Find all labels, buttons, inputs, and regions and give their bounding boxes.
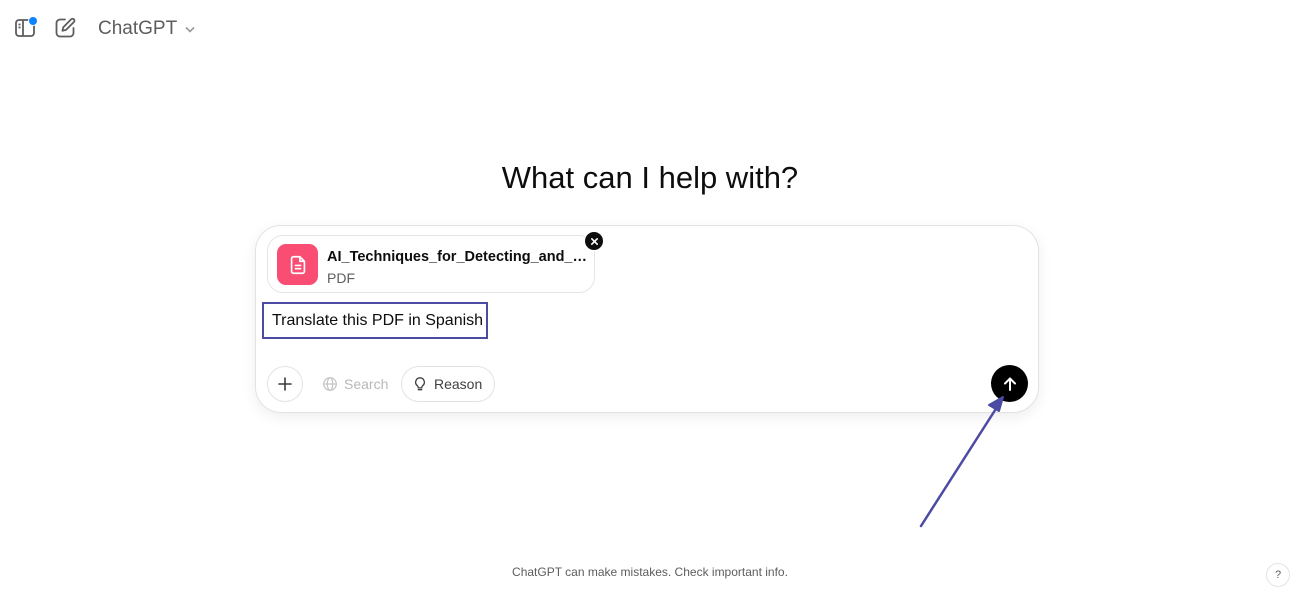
help-button[interactable]: ? — [1266, 563, 1290, 587]
model-name: ChatGPT — [98, 18, 178, 39]
lightbulb-icon — [415, 377, 425, 391]
attachment-type: PDF — [327, 270, 355, 286]
footer-disclaimer: ChatGPT can make mistakes. Check importa… — [512, 565, 788, 579]
attachment-file-icon — [277, 244, 318, 285]
close-icon — [590, 237, 598, 245]
globe-icon — [323, 377, 337, 391]
chevron-down-icon — [185, 26, 195, 33]
new-chat-button[interactable] — [48, 11, 82, 45]
new-chat-icon — [55, 17, 76, 38]
remove-attachment-button[interactable] — [584, 231, 604, 251]
notification-dot — [28, 16, 38, 26]
arrow-up-icon — [1003, 377, 1016, 391]
sidebar-toggle-button[interactable] — [8, 11, 42, 45]
composer: AI_Techniques_for_Detecting_and_Dia... P… — [255, 225, 1039, 413]
attachment-name: AI_Techniques_for_Detecting_and_Dia... — [327, 249, 589, 265]
prompt-input[interactable]: Translate this PDF in Spanish — [262, 302, 488, 339]
search-button[interactable]: Search — [311, 366, 401, 402]
add-attachment-button[interactable] — [267, 366, 303, 402]
model-switcher[interactable]: ChatGPT — [92, 13, 203, 45]
reason-button-label: Reason — [434, 376, 483, 392]
attachment-card[interactable]: AI_Techniques_for_Detecting_and_Dia... P… — [267, 235, 595, 293]
prompt-text: Translate this PDF in Spanish — [272, 311, 484, 329]
plus-icon — [278, 377, 292, 391]
send-button[interactable] — [991, 365, 1028, 402]
page-heading: What can I help with? — [501, 160, 799, 195]
search-button-label: Search — [344, 376, 389, 392]
document-icon — [290, 255, 305, 274]
top-bar: ChatGPT — [0, 0, 1300, 58]
reason-button[interactable]: Reason — [401, 366, 496, 402]
